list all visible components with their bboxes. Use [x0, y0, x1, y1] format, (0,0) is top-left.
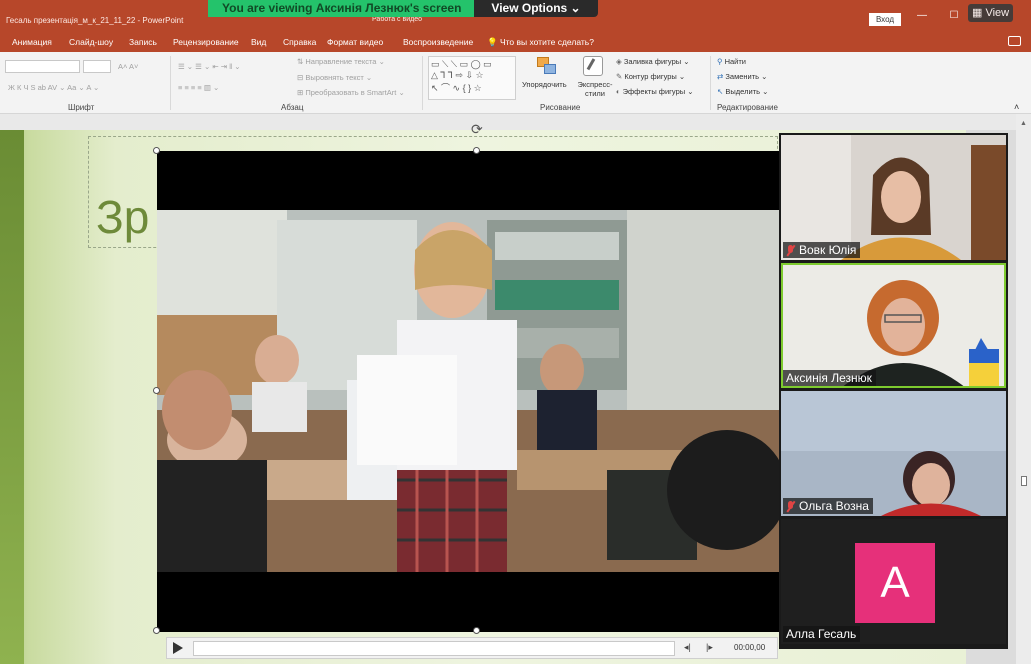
- search-icon: ⚲: [717, 57, 725, 66]
- shapes-gallery[interactable]: ▭ ⟍ ⟍ ▭ ◯ ▭ △ ⅂ ⅂ ⇨ ⇩ ☆ ↖ ⌒ ∿ { } ☆: [428, 56, 516, 100]
- classroom-scene: [157, 210, 779, 572]
- canvas-top-strip: [0, 114, 1031, 130]
- scroll-up-icon[interactable]: ▲: [1020, 120, 1027, 127]
- tab-playback[interactable]: Воспроизведение: [403, 32, 473, 52]
- video-frame-classroom[interactable]: [157, 210, 779, 572]
- editing-group-label: Редактирование: [717, 103, 778, 112]
- text-direction-button[interactable]: ⇅ Направление текста ⌄: [297, 57, 385, 66]
- tab-view[interactable]: Вид: [251, 32, 266, 52]
- document-title: Гесаль презентація_м_к_21_11_22 - PowerP…: [6, 16, 184, 25]
- video-seek-bar[interactable]: [193, 641, 675, 656]
- view-options-button[interactable]: View Options ⌄: [474, 0, 598, 17]
- tell-me-search[interactable]: 💡 Что вы хотите сделать?: [487, 32, 594, 52]
- participant-tile[interactable]: Вовк Юлія: [781, 135, 1006, 260]
- zoom-share-banner: You are viewing Аксинія Лезнюк's screen …: [208, 0, 598, 17]
- view-grid-icon: ▦: [972, 7, 986, 19]
- resize-handle-bottom[interactable]: [473, 627, 480, 634]
- minimize-icon[interactable]: —: [912, 10, 932, 21]
- effects-icon: ◐: [616, 87, 623, 96]
- tab-animation[interactable]: Анимация: [12, 32, 52, 52]
- mic-muted-icon: [786, 244, 795, 256]
- list-icons[interactable]: ☰ ⌄ ☰ ⌄ ⇤ ⇥ ‖ ⌄: [178, 62, 241, 71]
- tab-record[interactable]: Запись: [129, 32, 157, 52]
- shape-fill-button[interactable]: ◈ Заливка фигуры ⌄: [616, 57, 690, 66]
- sign-in-button[interactable]: Вход: [869, 13, 901, 26]
- step-back-icon[interactable]: ◂|: [684, 642, 691, 653]
- arrange-button[interactable]: Упорядочить: [522, 80, 567, 89]
- participant-name-tag: Алла Гесаль: [783, 626, 861, 642]
- tab-slideshow[interactable]: Слайд-шоу: [69, 32, 113, 52]
- video-player-controls: ◂| |▸ 00:00,00: [166, 637, 778, 659]
- shape-effects-button[interactable]: ◐ Эффекты фигуры ⌄: [616, 87, 694, 96]
- mic-muted-icon: [786, 500, 795, 512]
- replace-button[interactable]: ⇄ Заменить ⌄: [717, 72, 767, 81]
- align-icons[interactable]: ≡ ≡ ≡ ≡ ▥ ⌄: [178, 83, 219, 92]
- font-size-combo[interactable]: [83, 60, 111, 73]
- participant-tile[interactable]: Ольга Вознa: [781, 391, 1006, 516]
- participant-avatar: A: [855, 543, 935, 623]
- slide-title[interactable]: Зр: [96, 190, 149, 244]
- resize-handle-left[interactable]: [153, 387, 160, 394]
- tell-me-label: Что вы хотите сделать?: [499, 37, 594, 47]
- tab-help[interactable]: Справка: [283, 32, 316, 52]
- slide-accent-bar: [0, 130, 24, 664]
- shapes-icons: ▭ ⟍ ⟍ ▭ ◯ ▭ △ ⅂ ⅂ ⇨ ⇩ ☆ ↖ ⌒ ∿ { } ☆: [431, 59, 492, 93]
- comments-icon[interactable]: [1008, 36, 1021, 46]
- quick-styles-button[interactable]: Экспресс-стили: [573, 80, 617, 98]
- font-format-icons[interactable]: Ж К Ч S ab AV ⌄ Aa ⌄ A ⌄: [8, 83, 99, 92]
- grow-font-icon[interactable]: A˄ A˅: [118, 62, 138, 71]
- drawing-group-label: Рисование: [540, 103, 581, 112]
- video-time: 00:00,00: [734, 643, 766, 652]
- vertical-scrollbar[interactable]: ▲: [1016, 114, 1031, 664]
- lightbulb-icon: 💡: [487, 37, 500, 47]
- paint-bucket-icon: ◈: [616, 57, 624, 66]
- font-group-label: Шрифт: [68, 103, 95, 112]
- divider: [170, 56, 171, 110]
- participant-name-tag: Вовк Юлія: [783, 242, 861, 258]
- participant-name: Алла Гесаль: [786, 627, 857, 641]
- collapse-ribbon-icon[interactable]: ˄: [1014, 102, 1019, 112]
- tab-video-format[interactable]: Формат видео: [327, 32, 383, 52]
- font-name-combo[interactable]: [5, 60, 80, 73]
- participant-name-tag: Аксинія Лезнюк: [783, 370, 876, 386]
- find-button[interactable]: ⚲ Найти: [717, 57, 746, 66]
- screen: Гесаль презентація_м_к_21_11_22 - PowerP…: [0, 0, 1031, 664]
- participant-name: Аксинія Лезнюк: [786, 371, 872, 385]
- arrange-icon: [537, 57, 557, 77]
- restore-icon[interactable]: ☐: [944, 10, 964, 21]
- participant-tile-active-speaker[interactable]: Аксинія Лезнюк: [781, 263, 1006, 388]
- shape-outline-button[interactable]: ✎ Контур фигуры ⌄: [616, 72, 685, 81]
- zoom-view-button[interactable]: ▦ View: [968, 4, 1014, 22]
- resize-handle-top[interactable]: [473, 147, 480, 154]
- participant-tile[interactable]: A Алла Гесаль: [781, 519, 1006, 644]
- play-icon[interactable]: [173, 642, 183, 654]
- resize-handle-tl[interactable]: [153, 147, 160, 154]
- view-button-label: View: [985, 7, 1010, 19]
- participants-gallery: Вовк Юлія Аксинія Лезнюк Ольга Вознa A А…: [779, 133, 1008, 649]
- scroll-thumb[interactable]: [1021, 476, 1027, 486]
- ribbon-tabs: Анимация Слайд-шоу Запись Рецензирование…: [0, 32, 1031, 52]
- convert-smartart-button[interactable]: ⊞ Преобразовать в SmartArt ⌄: [297, 88, 405, 97]
- tab-review[interactable]: Рецензирование: [173, 32, 239, 52]
- align-text-button[interactable]: ⊟ Выровнять текст ⌄: [297, 73, 372, 82]
- rotate-handle-icon[interactable]: ⟳: [471, 121, 483, 138]
- paragraph-group-label: Абзац: [281, 103, 304, 112]
- participant-name: Ольга Вознa: [799, 499, 869, 513]
- quick-styles-icon: [583, 56, 603, 76]
- select-button[interactable]: ↖ Выделить ⌄: [717, 87, 768, 96]
- resize-handle-bl[interactable]: [153, 627, 160, 634]
- participant-name: Вовк Юлія: [799, 243, 857, 257]
- video-tools-context-label: Работа с видео: [372, 16, 422, 23]
- divider: [710, 56, 711, 110]
- divider: [422, 56, 423, 110]
- step-forward-icon[interactable]: |▸: [706, 642, 713, 653]
- participant-name-tag: Ольга Вознa: [783, 498, 873, 514]
- viewing-screen-label: You are viewing Аксинія Лезнюк's screen: [208, 0, 474, 17]
- ribbon: A˄ A˅ Ж К Ч S ab AV ⌄ Aa ⌄ A ⌄ Шрифт ☰ ⌄…: [0, 52, 1031, 114]
